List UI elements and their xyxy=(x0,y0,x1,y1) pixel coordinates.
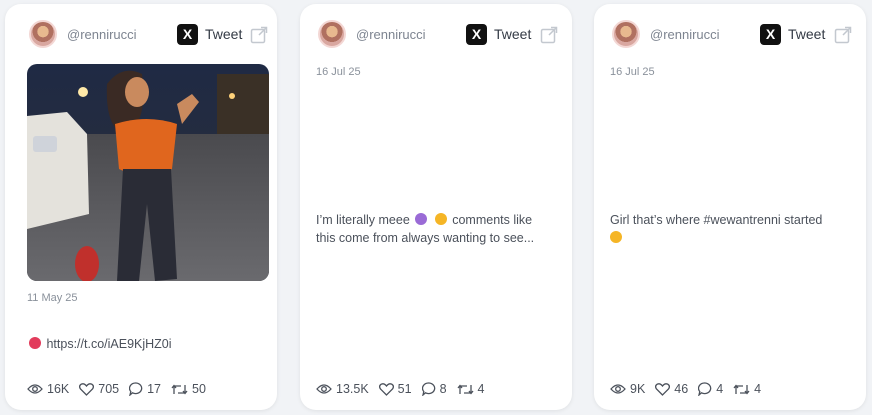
handle[interactable]: @rennirucci xyxy=(67,27,137,42)
card-header: @rennirucci X Tweet xyxy=(300,4,572,64)
tweet-date: 16 Jul 25 xyxy=(316,66,361,78)
comment-icon xyxy=(421,382,435,396)
tweet-card-2[interactable]: @rennirucci X Tweet 16 Jul 25 I’m litera… xyxy=(300,4,572,410)
likes-stat[interactable]: 705 xyxy=(79,382,119,396)
replies-count: 4 xyxy=(716,382,724,396)
tweet-card-1[interactable]: @rennirucci X Tweet 11 May 25 https://t.… xyxy=(5,4,277,410)
retweet-icon xyxy=(171,383,188,395)
heart-icon xyxy=(378,382,394,396)
retweets-stat[interactable]: 4 xyxy=(457,382,485,396)
retweets-count: 4 xyxy=(477,382,485,396)
tweet-link[interactable]: Tweet xyxy=(788,26,825,42)
replies-count: 17 xyxy=(147,382,162,396)
tweet-stats: 16K 705 17 50 xyxy=(27,381,216,397)
card-header: @rennirucci X Tweet xyxy=(594,4,866,64)
retweet-icon xyxy=(733,383,750,395)
tweet-stats: 9K 46 4 4 xyxy=(610,381,771,397)
replies-stat[interactable]: 17 xyxy=(129,382,161,396)
external-link-icon[interactable] xyxy=(540,26,558,44)
replies-stat[interactable]: 8 xyxy=(421,382,447,396)
heart-emoji-icon xyxy=(29,337,41,349)
likes-count: 51 xyxy=(397,382,412,396)
tweet-text-line-1: I’m literally meee comments like xyxy=(316,213,533,227)
external-link-icon[interactable] xyxy=(834,26,852,44)
heart-icon xyxy=(655,382,671,396)
tweet-text: I’m literally meee comments like this co… xyxy=(316,211,552,247)
avatar[interactable] xyxy=(318,20,346,48)
tweet-stats: 13.5K 51 8 4 xyxy=(316,381,494,397)
views-stat: 9K xyxy=(610,382,645,396)
tweet-card-3[interactable]: @rennirucci X Tweet 16 Jul 25 Girl that’… xyxy=(594,4,866,410)
likes-stat[interactable]: 46 xyxy=(655,382,688,396)
tweet-text-line-2: this come from always wanting to see... xyxy=(316,231,535,245)
avatar[interactable] xyxy=(29,20,57,48)
likes-count: 46 xyxy=(674,382,689,396)
views-count: 9K xyxy=(630,382,646,396)
eye-icon xyxy=(316,384,332,394)
views-count: 16K xyxy=(47,382,70,396)
tweet-link-text[interactable]: https://t.co/iAE9KjHZ0i xyxy=(46,337,171,351)
avatar[interactable] xyxy=(612,20,640,48)
tweet-date: 11 May 25 xyxy=(27,292,78,304)
retweets-count: 50 xyxy=(192,382,206,396)
tweet-text: https://t.co/iAE9KjHZ0i xyxy=(27,335,257,353)
x-logo-icon[interactable]: X xyxy=(177,24,198,45)
laughing-emoji-icon xyxy=(610,231,622,243)
handle[interactable]: @rennirucci xyxy=(356,27,426,42)
tweet-text-line-1: Girl that’s where #wewantrenni started xyxy=(610,213,823,227)
likes-count: 705 xyxy=(98,382,120,396)
laughing-emoji-icon xyxy=(434,213,447,225)
replies-count: 8 xyxy=(439,382,447,396)
retweet-icon xyxy=(457,383,474,395)
tweet-link[interactable]: Tweet xyxy=(494,26,531,42)
views-stat: 13.5K xyxy=(316,382,369,396)
eye-icon xyxy=(27,384,43,394)
tweet-date: 16 Jul 25 xyxy=(610,66,655,78)
tweet-text: Girl that’s where #wewantrenni started xyxy=(610,211,846,247)
views-count: 13.5K xyxy=(336,382,369,396)
tweet-photo[interactable] xyxy=(27,64,269,281)
views-stat: 16K xyxy=(27,382,69,396)
comment-icon xyxy=(698,382,712,396)
retweets-stat[interactable]: 50 xyxy=(171,382,206,396)
external-link-icon[interactable] xyxy=(250,26,268,44)
heart-icon xyxy=(79,382,95,396)
x-logo-icon[interactable]: X xyxy=(760,24,781,45)
likes-stat[interactable]: 51 xyxy=(378,382,412,396)
retweets-count: 4 xyxy=(754,382,762,396)
x-logo-icon[interactable]: X xyxy=(466,24,487,45)
replies-stat[interactable]: 4 xyxy=(698,382,723,396)
crown-emoji-icon xyxy=(415,213,428,225)
comment-icon xyxy=(129,382,143,396)
handle[interactable]: @rennirucci xyxy=(650,27,720,42)
eye-icon xyxy=(610,384,626,394)
tweet-link[interactable]: Tweet xyxy=(205,26,242,42)
card-header: @rennirucci X Tweet xyxy=(5,4,277,64)
tweet-text-line-2 xyxy=(610,229,846,247)
retweets-stat[interactable]: 4 xyxy=(733,382,761,396)
